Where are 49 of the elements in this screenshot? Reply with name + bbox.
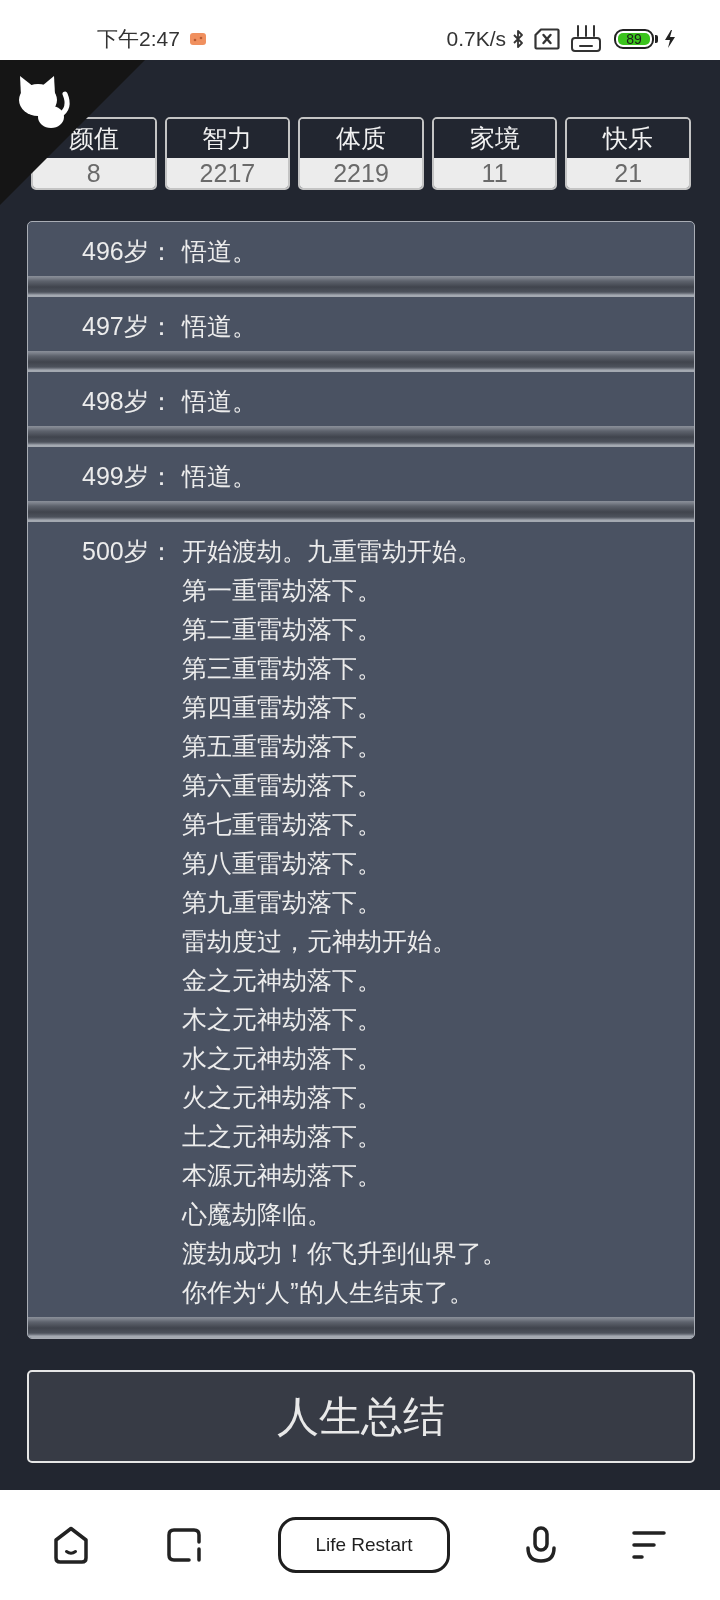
status-time: 下午2:47 (97, 26, 180, 52)
stat-value: 21 (567, 158, 689, 188)
charging-icon (664, 29, 676, 49)
stat-value: 2217 (166, 158, 289, 188)
stat-value: 2219 (300, 158, 422, 188)
notification-icon (189, 33, 206, 45)
event-text: 金之元神劫落下。 (182, 965, 382, 996)
event-text: 本源元神劫落下。 (182, 1160, 382, 1191)
event-text: 悟道。 (182, 461, 257, 492)
battery-indicator: 89 (614, 29, 658, 49)
event-text: 第四重雷劫落下。 (182, 692, 382, 723)
event-text: 火之元神劫落下。 (182, 1082, 382, 1113)
cat-corner-icon[interactable] (0, 60, 145, 205)
page-title-button[interactable]: Life Restart (278, 1517, 450, 1573)
event-text: 悟道。 (182, 236, 257, 267)
event-text: 土之元神劫落下。 (182, 1121, 382, 1152)
microphone-icon[interactable] (525, 1526, 557, 1564)
age-label: 497岁： (82, 311, 175, 342)
stat-value: 8 (33, 158, 155, 188)
event-text: 第三重雷劫落下。 (182, 653, 382, 684)
home-icon[interactable] (52, 1525, 90, 1565)
age-label: 500岁： (82, 536, 175, 567)
event-text: 第二重雷劫落下。 (182, 614, 382, 645)
bluetooth-icon (512, 29, 524, 49)
event-text: 雷劫度过，元神劫开始。 (182, 926, 457, 957)
event-text: 开始渡劫。九重雷劫开始。 (182, 536, 482, 567)
event-text: 木之元神劫落下。 (182, 1004, 382, 1035)
event-text: 你作为“人”的人生结束了。 (182, 1277, 474, 1308)
event-text: 心魔劫降临。 (182, 1199, 332, 1230)
event-text: 第六重雷劫落下。 (182, 770, 382, 801)
window-icon[interactable] (165, 1526, 203, 1564)
event-text: 第九重雷劫落下。 (182, 887, 382, 918)
event-text: 悟道。 (182, 311, 257, 342)
event-text: 水之元神劫落下。 (182, 1043, 382, 1074)
stat-value: 11 (433, 158, 556, 188)
event-text: 悟道。 (182, 386, 257, 417)
router-icon (570, 25, 602, 53)
age-label: 498岁： (82, 386, 175, 417)
event-text: 第一重雷劫落下。 (182, 575, 382, 606)
event-text: 第七重雷劫落下。 (182, 809, 382, 840)
summary-button[interactable]: 人生总结 (27, 1370, 695, 1463)
no-sim-icon (534, 28, 560, 50)
event-text: 第八重雷劫落下。 (182, 848, 382, 879)
age-label: 496岁： (82, 236, 175, 267)
menu-icon[interactable] (632, 1530, 666, 1560)
event-text: 第五重雷劫落下。 (182, 731, 382, 762)
age-label: 499岁： (82, 461, 175, 492)
event-text: 渡劫成功！你飞升到仙界了。 (182, 1238, 507, 1269)
network-speed: 0.7K/s (446, 27, 506, 51)
